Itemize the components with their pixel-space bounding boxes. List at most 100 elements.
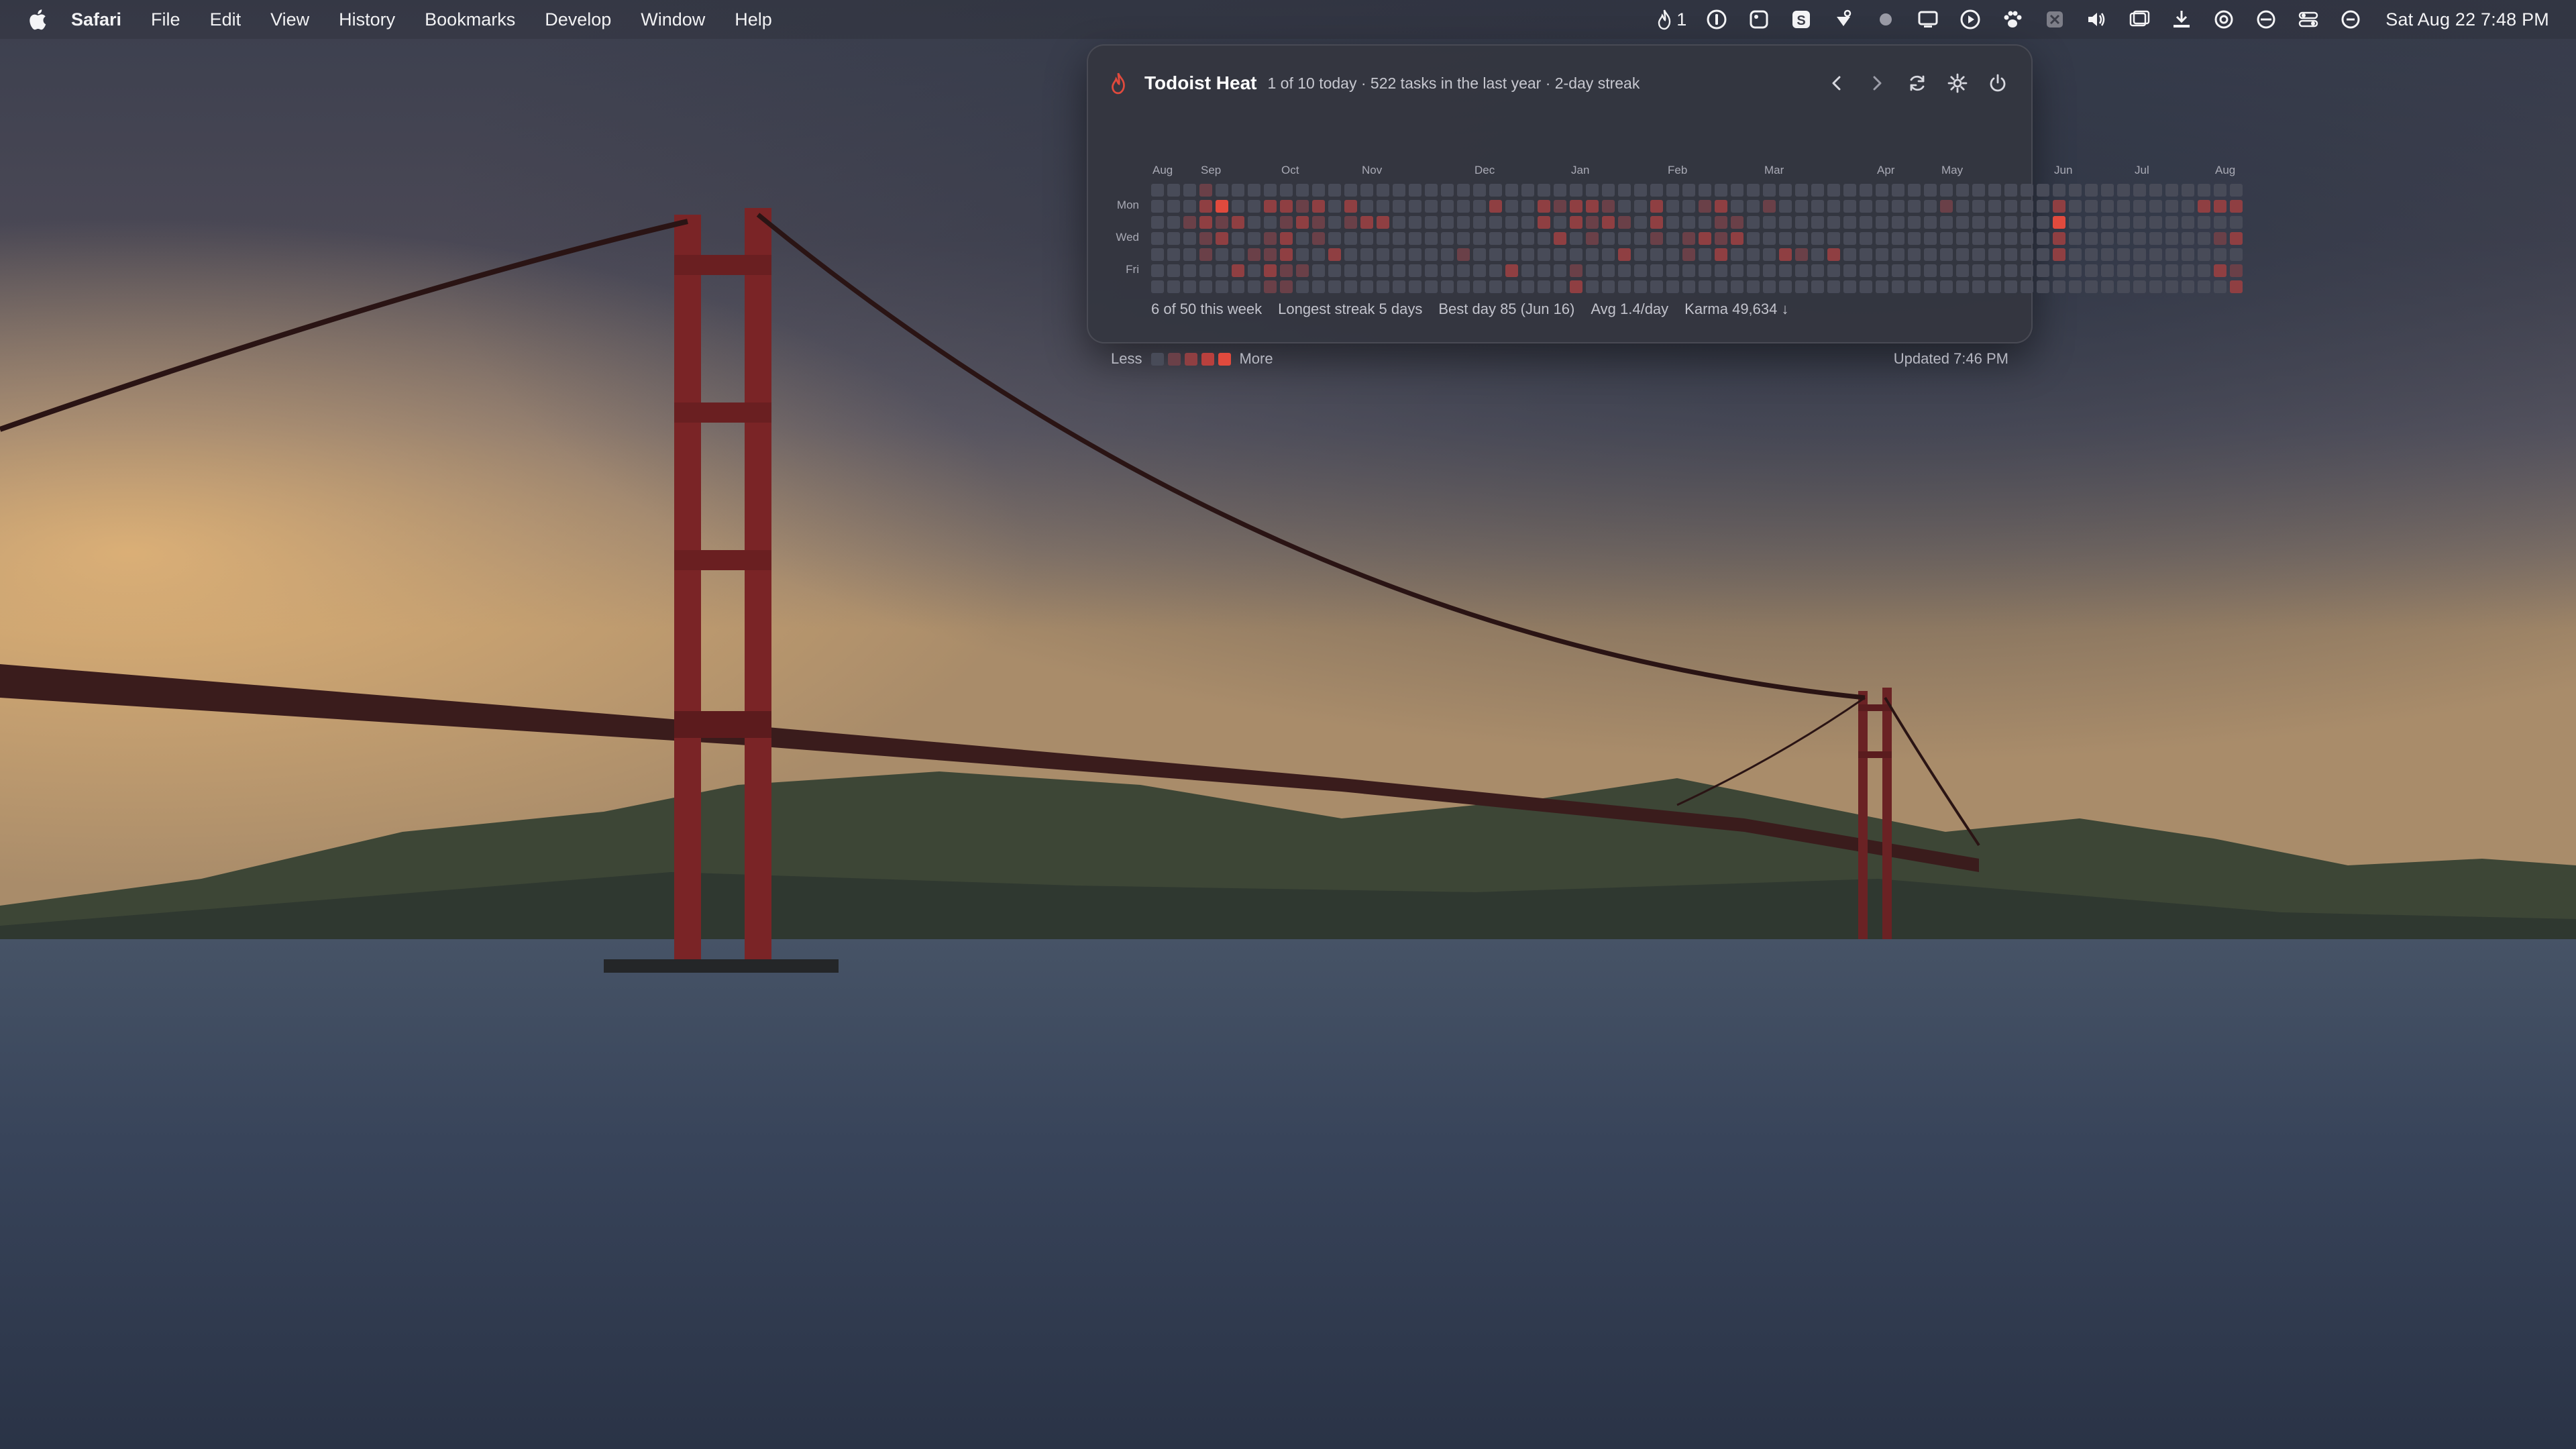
heatmap-cell[interactable] xyxy=(1505,280,1518,293)
heatmap-cell[interactable] xyxy=(1811,248,1824,261)
heatmap-cell[interactable] xyxy=(1860,264,1872,277)
heatmap-cell[interactable] xyxy=(2117,216,2130,229)
heatmap-cell[interactable] xyxy=(1586,280,1599,293)
heatmap-cell[interactable] xyxy=(1811,264,1824,277)
heatmap-cell[interactable] xyxy=(1779,200,1792,213)
heatmap-cell[interactable] xyxy=(1956,184,1969,197)
heatmap-cell[interactable] xyxy=(1377,280,1389,293)
heatmap-cell[interactable] xyxy=(1908,184,1921,197)
heatmap-cell[interactable] xyxy=(2133,280,2146,293)
heatmap-cell[interactable] xyxy=(1457,248,1470,261)
heatmap-cell[interactable] xyxy=(1344,184,1357,197)
heatmap-cell[interactable] xyxy=(1876,264,1888,277)
heatmap-cell[interactable] xyxy=(1328,200,1341,213)
heatmap-cell[interactable] xyxy=(1779,184,1792,197)
heatmap-cell[interactable] xyxy=(1489,216,1502,229)
heatmap-cell[interactable] xyxy=(1682,264,1695,277)
heatmap-cell[interactable] xyxy=(1988,184,2001,197)
heatmap-cell[interactable] xyxy=(1715,248,1727,261)
control-center-icon[interactable] xyxy=(2296,7,2320,32)
heatmap-cell[interactable] xyxy=(2165,184,2178,197)
heatmap-cell[interactable] xyxy=(1843,232,1856,245)
heatmap-cell[interactable] xyxy=(2021,280,2033,293)
menu-app-safari[interactable]: Safari xyxy=(71,9,121,30)
heatmap-cell[interactable] xyxy=(1747,200,1760,213)
heatmap-cell[interactable] xyxy=(2085,232,2098,245)
heatmap-cell[interactable] xyxy=(1795,200,1808,213)
heatmap-cell[interactable] xyxy=(2053,216,2065,229)
heatmap-cell[interactable] xyxy=(1908,232,1921,245)
heatmap-cell[interactable] xyxy=(2004,184,2017,197)
heatmap-cell[interactable] xyxy=(1425,264,1438,277)
heatmap-cell[interactable] xyxy=(1199,216,1212,229)
heatmap-cell[interactable] xyxy=(1489,232,1502,245)
heatmap-cell[interactable] xyxy=(1827,184,1840,197)
heatmap-cell[interactable] xyxy=(1956,248,1969,261)
heatmap-cell[interactable] xyxy=(2069,232,2082,245)
heatmap-cell[interactable] xyxy=(2053,280,2065,293)
focus-icon[interactable] xyxy=(2254,7,2278,32)
heatmap-cell[interactable] xyxy=(2133,232,2146,245)
heatmap-cell[interactable] xyxy=(2165,232,2178,245)
heatmap-cell[interactable] xyxy=(1232,264,1244,277)
heatmap-cell[interactable] xyxy=(2214,184,2226,197)
heatmap-cell[interactable] xyxy=(1892,200,1904,213)
heatmap-cell[interactable] xyxy=(1296,184,1309,197)
heatmap-cell[interactable] xyxy=(1280,200,1293,213)
heatmap-cell[interactable] xyxy=(1441,280,1454,293)
heatmap-cell[interactable] xyxy=(1328,248,1341,261)
heatmap-cell[interactable] xyxy=(1924,264,1937,277)
heatmap-cell[interactable] xyxy=(2085,184,2098,197)
heatmap-cell[interactable] xyxy=(1827,248,1840,261)
heatmap-cell[interactable] xyxy=(1650,248,1663,261)
heatmap-cell[interactable] xyxy=(1360,280,1373,293)
heatmap-cell[interactable] xyxy=(1312,264,1325,277)
heatmap-cell[interactable] xyxy=(1924,200,1937,213)
heatmap-cell[interactable] xyxy=(1473,248,1486,261)
heatmap-cell[interactable] xyxy=(1715,200,1727,213)
heatmap-cell[interactable] xyxy=(2198,232,2210,245)
heatmap-cell[interactable] xyxy=(1280,264,1293,277)
heatmap-cell[interactable] xyxy=(2133,200,2146,213)
heatmap-cell[interactable] xyxy=(1151,200,1164,213)
heatmap-cell[interactable] xyxy=(1892,232,1904,245)
heatmap-cell[interactable] xyxy=(2021,248,2033,261)
heatmap-cell[interactable] xyxy=(1199,264,1212,277)
heatmap-cell[interactable] xyxy=(1763,248,1776,261)
heatmap-cell[interactable] xyxy=(2149,264,2162,277)
heatmap-cell[interactable] xyxy=(1699,248,1711,261)
menu-file[interactable]: File xyxy=(151,9,180,30)
heatmap-cell[interactable] xyxy=(1747,264,1760,277)
heatmap-cell[interactable] xyxy=(1779,264,1792,277)
heatmap-cell[interactable] xyxy=(1602,216,1615,229)
heatmap-cell[interactable] xyxy=(1183,248,1196,261)
heatmap-cell[interactable] xyxy=(2021,200,2033,213)
heatmap-cell[interactable] xyxy=(1409,248,1421,261)
heatmap-cell[interactable] xyxy=(1328,216,1341,229)
heatmap-cell[interactable] xyxy=(1876,248,1888,261)
heatmap-cell[interactable] xyxy=(2117,200,2130,213)
heatmap-cell[interactable] xyxy=(1715,184,1727,197)
heatmap-cell[interactable] xyxy=(1731,216,1743,229)
menu-edit[interactable]: Edit xyxy=(210,9,241,30)
heatmap-cell[interactable] xyxy=(1940,264,1953,277)
heatmap-cell[interactable] xyxy=(2085,280,2098,293)
heatmap-cell[interactable] xyxy=(1747,232,1760,245)
heatmap-cell[interactable] xyxy=(1795,264,1808,277)
heatmap-cell[interactable] xyxy=(2230,264,2243,277)
heatmap-cell[interactable] xyxy=(1457,232,1470,245)
heatmap-cell[interactable] xyxy=(1521,200,1534,213)
heatmap-cell[interactable] xyxy=(1602,280,1615,293)
heatmap-cell[interactable] xyxy=(1860,184,1872,197)
heatmap-cell[interactable] xyxy=(1570,184,1582,197)
heatmap-cell[interactable] xyxy=(2069,200,2082,213)
heatmap-cell[interactable] xyxy=(1183,200,1196,213)
heatmap-cell[interactable] xyxy=(1650,280,1663,293)
heatmap-cell[interactable] xyxy=(1892,280,1904,293)
menu-help[interactable]: Help xyxy=(735,9,772,30)
heatmap-cell[interactable] xyxy=(1151,280,1164,293)
heatmap-cell[interactable] xyxy=(1634,280,1647,293)
heatmap-cell[interactable] xyxy=(1795,232,1808,245)
heatmap-cell[interactable] xyxy=(1199,184,1212,197)
heatmap-cell[interactable] xyxy=(1216,200,1228,213)
